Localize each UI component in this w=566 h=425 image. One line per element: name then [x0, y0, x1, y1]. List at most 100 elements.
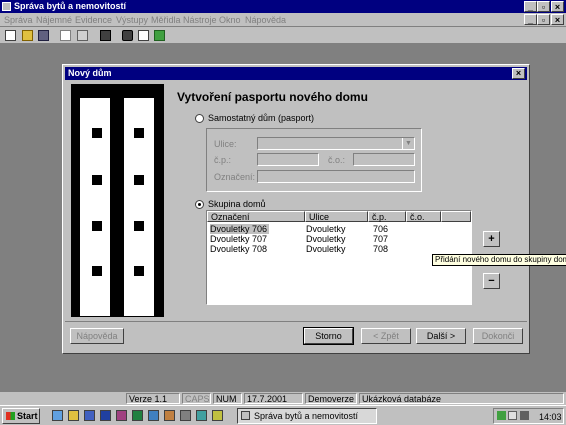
dialog-close-button[interactable]: × [512, 68, 525, 79]
status-mode: Demoverze [305, 393, 357, 404]
dialog-title: Nový dům [68, 68, 112, 78]
volume-icon[interactable] [508, 411, 517, 420]
menu-napoveda[interactable]: Nápověda [245, 15, 286, 25]
app-icon[interactable] [2, 2, 11, 11]
app-title: Správa bytů a nemovitostí [14, 1, 127, 11]
word-icon[interactable] [100, 410, 111, 421]
radio-single-house[interactable] [195, 114, 204, 123]
quick-launch-icon[interactable] [148, 410, 159, 421]
street-label: Ulice: [214, 139, 237, 149]
status-version: Verze 1.1 [126, 393, 180, 404]
menu-nastroje[interactable]: Nástroje [183, 15, 217, 25]
menu-meridla[interactable]: Měřidla [151, 15, 181, 25]
column-header-oznaceni[interactable]: Označení [207, 211, 305, 222]
menu-vystupy[interactable]: Výstupy [116, 15, 148, 25]
mdi-close-button[interactable]: × [551, 14, 564, 25]
help-button[interactable]: Nápověda [70, 328, 124, 344]
list-row[interactable]: Dvouletky 708 Dvouletky 708 [207, 244, 469, 254]
mdi-minimize-button[interactable]: _ [524, 14, 537, 25]
new-house-dialog: Nový dům × Vytvoření pasportu nového dom… [62, 64, 530, 354]
radio-single-house-label: Samostatný dům (pasport) [208, 113, 315, 123]
column-header-cp[interactable]: č.p. [368, 211, 406, 222]
chevron-down-icon[interactable]: ▼ [402, 138, 414, 149]
row-street: Dvouletky [306, 244, 346, 254]
row-designation: Dvouletky 707 [210, 234, 268, 244]
cp-label: č.p.: [214, 155, 232, 165]
dialog-heading: Vytvoření pasportu nového domu [177, 90, 368, 104]
quick-launch-icon[interactable] [196, 410, 207, 421]
toolbar [0, 27, 566, 44]
add-house-button[interactable]: + [483, 231, 500, 247]
row-designation: Dvouletky 706 [210, 224, 270, 234]
status-num: NUM [213, 393, 242, 404]
app-title-bar[interactable]: Správa bytů a nemovitostí _ ▫ × [0, 0, 566, 13]
tray-icon[interactable] [497, 411, 506, 420]
co-input[interactable] [353, 153, 415, 166]
tools-icon[interactable] [122, 30, 133, 41]
row-cp: 707 [373, 234, 389, 244]
quick-launch-icon[interactable] [212, 410, 223, 421]
menu-bar: Správa Nájemné Evidence Výstupy Měřidla … [0, 13, 566, 27]
taskbar-window-button[interactable]: Správa bytů a nemovitostí [237, 408, 377, 424]
status-caps: CAPS [182, 393, 211, 404]
radio-house-group-label: Skupina domů [208, 199, 266, 209]
quick-launch-icon[interactable] [180, 410, 191, 421]
quick-launch-icon[interactable] [116, 410, 127, 421]
print-icon[interactable] [77, 30, 88, 41]
new-file-icon[interactable] [5, 30, 16, 41]
restore-button[interactable]: ▫ [537, 1, 550, 12]
status-bar: Verze 1.1 CAPS NUM 17.7.2001 Demoverze U… [0, 392, 566, 405]
system-tray: 14:03 [493, 408, 564, 424]
column-header-filler [441, 211, 471, 222]
print-preview-icon[interactable] [60, 30, 71, 41]
menu-evidence[interactable]: Evidence [75, 15, 112, 25]
status-database: Ukázková databáze [359, 393, 564, 404]
minimize-button[interactable]: _ [524, 1, 537, 12]
menu-okno[interactable]: Okno [219, 15, 241, 25]
street-combobox[interactable]: ▼ [257, 137, 415, 150]
taskbar-window-label: Správa bytů a nemovitostí [254, 411, 359, 421]
column-header-ulice[interactable]: Ulice [305, 211, 368, 222]
remove-house-button[interactable]: − [483, 273, 500, 289]
tray-icon[interactable] [520, 411, 529, 420]
excel-icon[interactable] [132, 410, 143, 421]
grid-icon[interactable] [138, 30, 149, 41]
row-cp: 706 [373, 224, 389, 234]
binoculars-icon[interactable] [100, 30, 111, 41]
menu-najemne[interactable]: Nájemné [36, 15, 72, 25]
quick-launch-icon[interactable] [164, 410, 175, 421]
taskbar: Start Správa bytů a nemovitostí 14:03 [0, 405, 566, 425]
radio-house-group[interactable] [195, 200, 204, 209]
quick-launch-icon[interactable] [68, 410, 79, 421]
co-label: č.o.: [328, 155, 346, 165]
designation-input[interactable] [257, 170, 415, 183]
dialog-title-bar[interactable]: Nový dům × [65, 67, 527, 80]
next-button[interactable]: Další > [416, 328, 466, 344]
finish-button[interactable]: Dokonči [473, 328, 523, 344]
quick-launch-icon[interactable] [52, 410, 63, 421]
row-street: Dvouletky [306, 234, 346, 244]
quick-launch-icon[interactable] [84, 410, 95, 421]
cp-input[interactable] [257, 153, 319, 166]
status-date: 17.7.2001 [244, 393, 303, 404]
start-label: Start [17, 411, 38, 421]
paint-icon[interactable] [154, 30, 165, 41]
menu-sprava[interactable]: Správa [4, 15, 33, 25]
column-header-co[interactable]: č.o. [406, 211, 441, 222]
cancel-button[interactable]: Storno [303, 327, 354, 345]
list-row[interactable]: Dvouletky 706 Dvouletky 706 [207, 224, 469, 234]
open-folder-icon[interactable] [22, 30, 33, 41]
save-icon[interactable] [38, 30, 49, 41]
windows-logo-icon [6, 412, 15, 420]
building-illustration [68, 84, 164, 317]
clock[interactable]: 14:03 [539, 412, 562, 422]
back-button[interactable]: < Zpět [361, 328, 411, 344]
mdi-restore-button[interactable]: ▫ [537, 14, 550, 25]
row-designation: Dvouletky 708 [210, 244, 268, 254]
close-app-button[interactable]: × [551, 1, 564, 12]
app-window-icon [241, 411, 250, 420]
row-street: Dvouletky [306, 224, 346, 234]
start-button[interactable]: Start [2, 408, 40, 424]
list-row[interactable]: Dvouletky 707 Dvouletky 707 [207, 234, 469, 244]
add-house-tooltip: Přidání nového domu do skupiny domů [432, 254, 566, 266]
